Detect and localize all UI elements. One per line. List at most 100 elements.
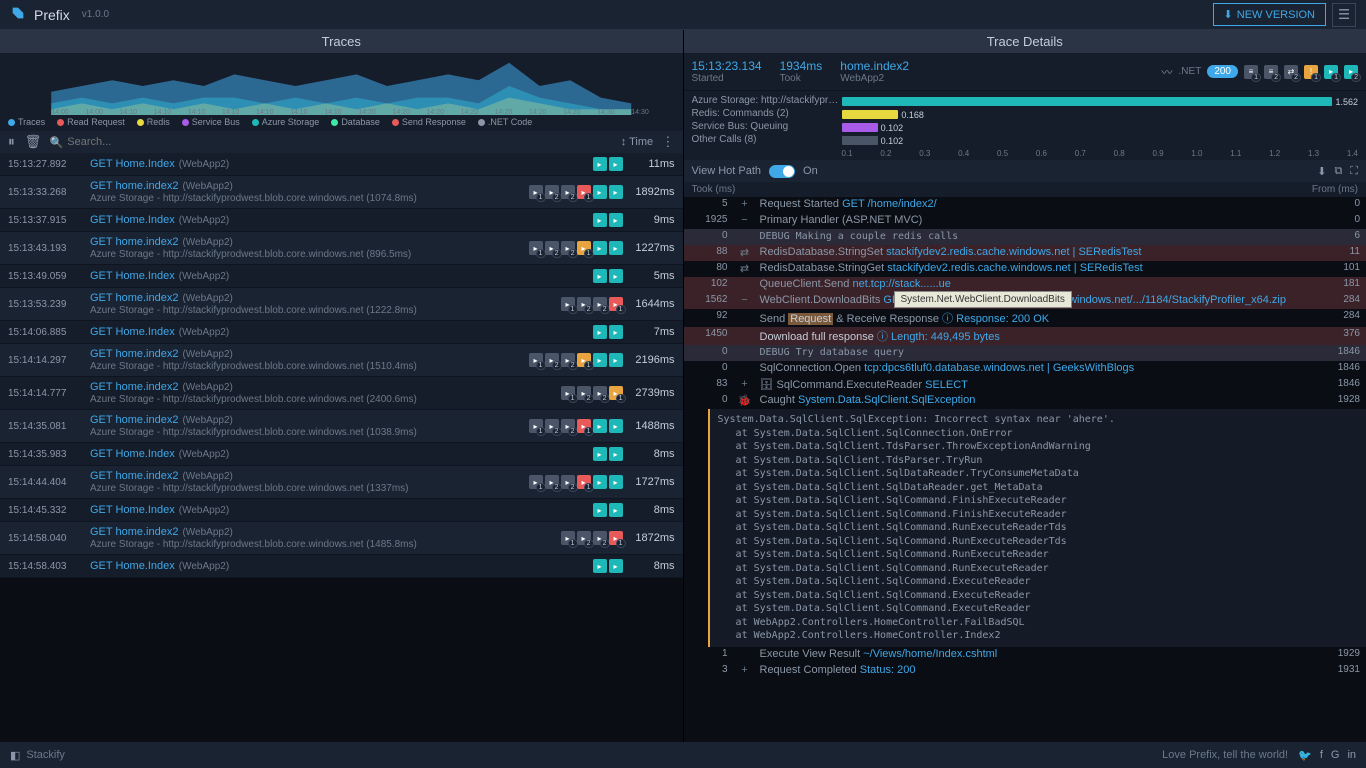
trace-app: (WebApp2): [182, 527, 232, 538]
facebook-icon[interactable]: f: [1320, 749, 1323, 762]
trace-badge-icon: ▸1: [577, 419, 591, 433]
trace-badge-icon: ▸: [593, 559, 607, 573]
chart-svg: 14:0014:0014:1014:1014:1014:1014:1014:10…: [8, 57, 675, 115]
trace-title: GET home.index2: [90, 526, 178, 538]
trace-badge-icon: ▸: [593, 325, 607, 339]
trace-badge-icon: ▸: [609, 213, 623, 227]
trace-row[interactable]: 15:13:37.915 GET Home.Index(WebApp2) ▸▸ …: [0, 209, 683, 232]
started-value: 15:13:23.134: [692, 59, 762, 73]
event-row[interactable]: 0🐞Caught System.Data.SqlClient.SqlExcept…: [684, 393, 1366, 409]
bar-fill: [842, 123, 878, 132]
trace-row[interactable]: 15:14:14.297 GET home.index2(WebApp2)Azu…: [0, 344, 683, 377]
trace-duration: 1644ms: [623, 298, 675, 310]
trace-row[interactable]: 15:14:44.404 GET home.index2(WebApp2)Azu…: [0, 466, 683, 499]
pause-button[interactable]: ⏸: [6, 132, 17, 152]
trace-badge-icon: ▸: [609, 269, 623, 283]
trace-row[interactable]: 15:13:53.239 GET home.index2(WebApp2)Azu…: [0, 288, 683, 321]
trace-row[interactable]: 15:14:35.081 GET home.index2(WebApp2)Azu…: [0, 410, 683, 443]
trace-badge-icon: ▸: [593, 185, 607, 199]
trace-badge-icon: ▸2: [545, 419, 559, 433]
trace-timestamp: 15:13:43.193: [8, 243, 90, 254]
trace-row[interactable]: 15:14:14.777 GET home.index2(WebApp2)Azu…: [0, 377, 683, 410]
trace-row[interactable]: 15:14:45.332 GET Home.Index(WebApp2) ▸▸ …: [0, 499, 683, 522]
hotpath-state: On: [803, 165, 818, 177]
event-row[interactable]: 88⇄RedisDatabase.StringSet stackifydev2.…: [684, 245, 1366, 261]
trace-row[interactable]: 15:14:58.040 GET home.index2(WebApp2)Azu…: [0, 522, 683, 555]
twitter-icon[interactable]: 🐦: [1298, 749, 1312, 762]
trace-title: GET home.index2: [90, 180, 178, 192]
app-version: v1.0.0: [82, 9, 109, 20]
trace-timestamp: 15:14:35.983: [8, 449, 90, 460]
new-version-button[interactable]: ⬇ NEW VERSION: [1213, 3, 1326, 26]
new-version-label: NEW VERSION: [1237, 9, 1315, 21]
bar-value: 0.168: [901, 110, 924, 120]
download-icon[interactable]: ⬇: [1317, 165, 1326, 178]
svg-text:14:20: 14:20: [529, 109, 547, 115]
traces-header: Traces: [0, 30, 683, 53]
trace-badge-icon: ▸: [593, 419, 607, 433]
trace-badge-icon: ▸1: [577, 241, 591, 255]
trace-row[interactable]: 15:13:49.059 GET Home.Index(WebApp2) ▸▸ …: [0, 265, 683, 288]
expand-icon[interactable]: ⛶: [1350, 165, 1358, 178]
trace-badge-icon: ▸2: [593, 297, 607, 311]
trace-app: (WebApp2): [182, 181, 232, 192]
copy-icon[interactable]: ⧉: [1334, 165, 1342, 178]
event-row[interactable]: 3+Request Completed Status: 2001931: [684, 663, 1366, 679]
trace-title: GET home.index2: [90, 236, 178, 248]
traces-list[interactable]: 15:13:27.892 GET Home.Index(WebApp2) ▸▸ …: [0, 153, 683, 742]
trace-row[interactable]: 15:13:43.193 GET home.index2(WebApp2)Azu…: [0, 232, 683, 265]
trace-app: (WebApp2): [182, 471, 232, 482]
footer-tagline: Love Prefix, tell the world!: [1162, 749, 1288, 761]
trace-badge-icon: ▸: [593, 447, 607, 461]
trace-app: (WebApp2): [182, 293, 232, 304]
trace-badge-icon: ▸1: [577, 185, 591, 199]
trace-row[interactable]: 15:14:58.403 GET Home.Index(WebApp2) ▸▸ …: [0, 555, 683, 578]
clear-button[interactable]: 🗑: [23, 132, 44, 152]
trace-row[interactable]: 15:13:27.892 GET Home.Index(WebApp2) ▸▸ …: [0, 153, 683, 176]
logo-area: Prefix v1.0.0: [10, 5, 109, 24]
download-icon: ⬇: [1224, 8, 1233, 21]
hotpath-toggle[interactable]: [769, 165, 795, 178]
trace-timestamp: 15:14:35.081: [8, 421, 90, 432]
trace-badge-icon: ▸: [609, 241, 623, 255]
trace-app: (WebApp2): [179, 159, 229, 170]
event-row[interactable]: 83+🗄 SqlCommand.ExecuteReader SELECT1846: [684, 377, 1366, 393]
event-row[interactable]: 1450Download full response ⓘ Length: 449…: [684, 327, 1366, 345]
event-row[interactable]: 0DEBUG Try database query1846: [684, 345, 1366, 361]
trace-badge-icon: ▸: [593, 213, 607, 227]
trace-timestamp: 15:13:37.915: [8, 215, 90, 226]
chart-icon[interactable]: 〰: [1162, 64, 1173, 80]
svg-text:14:20: 14:20: [563, 109, 581, 115]
event-row[interactable]: 1Execute View Result ~/Views/home/Index.…: [684, 647, 1366, 663]
menu-button[interactable]: ☰: [1332, 3, 1356, 27]
warning-icon: !1: [1304, 65, 1318, 79]
google-icon[interactable]: G: [1331, 749, 1340, 762]
event-row[interactable]: 5+Request Started GET /home/index2/0: [684, 197, 1366, 213]
trace-app: (WebApp2): [179, 505, 229, 516]
event-row[interactable]: 80⇄RedisDatabase.StringGet stackifydev2.…: [684, 261, 1366, 277]
trace-badge-icon: ▸2: [561, 185, 575, 199]
trace-badge-icon: ▸2: [561, 419, 575, 433]
trace-app: (WebApp2): [182, 349, 232, 360]
sort-time-label[interactable]: ↕ Time: [621, 136, 653, 148]
trace-title: GET Home.Index: [90, 270, 175, 282]
trace-badge-icon: ▸: [593, 353, 607, 367]
trace-badge-icon: ▸2: [561, 475, 575, 489]
event-row[interactable]: 92Send Request & Receive Response ⓘ Resp…: [684, 309, 1366, 327]
linkedin-icon[interactable]: in: [1347, 749, 1356, 762]
trace-timestamp: 15:14:44.404: [8, 477, 90, 488]
svg-text:14:10: 14:10: [154, 109, 172, 115]
trace-badge-icon: ▸: [593, 269, 607, 283]
trace-duration: 8ms: [623, 448, 675, 460]
search-input[interactable]: [67, 136, 614, 148]
trace-subtitle: Azure Storage - http://stackifyprodwest.…: [90, 361, 529, 372]
trace-row[interactable]: 15:14:35.983 GET Home.Index(WebApp2) ▸▸ …: [0, 443, 683, 466]
event-row[interactable]: 0SqlConnection.Open tcp:dpcs6tluf0.datab…: [684, 361, 1366, 377]
events-list[interactable]: System.Net.WebClient.DownloadBits 5+Requ…: [684, 197, 1366, 742]
event-row[interactable]: 1925−Primary Handler (ASP.NET MVC)0: [684, 213, 1366, 229]
trace-app: (WebApp2): [179, 215, 229, 226]
event-row[interactable]: 0DEBUG Making a couple redis calls6: [684, 229, 1366, 245]
trace-row[interactable]: 15:13:33.268 GET home.index2(WebApp2)Azu…: [0, 176, 683, 209]
filter-button[interactable]: ⋮: [659, 132, 676, 152]
trace-row[interactable]: 15:14:06.885 GET Home.Index(WebApp2) ▸▸ …: [0, 321, 683, 344]
